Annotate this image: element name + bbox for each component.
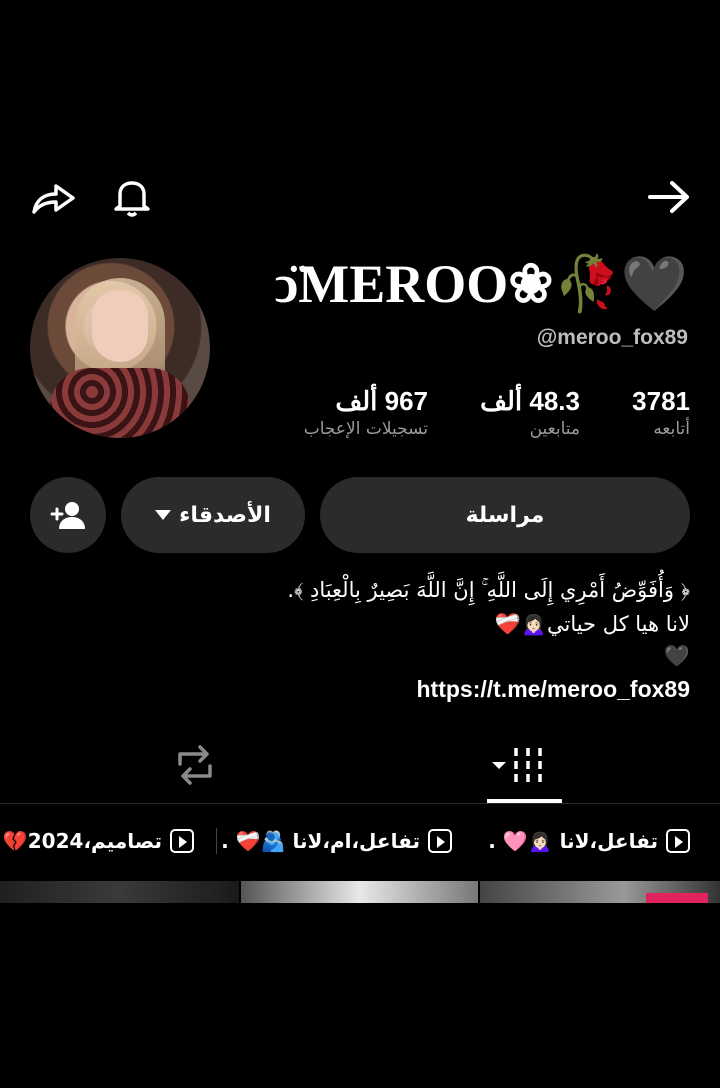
add-friend-icon <box>50 500 86 530</box>
avatar[interactable] <box>30 258 210 438</box>
play-icon <box>428 829 452 853</box>
play-icon <box>170 829 194 853</box>
share-icon[interactable] <box>30 178 78 218</box>
bio-line: لانا هيا كل حياتي🙍🏻‍♀️❤️‍🩹 <box>494 612 690 636</box>
stat-following[interactable]: 3781 أتابعه <box>632 386 690 439</box>
avatar-shirt <box>50 368 190 438</box>
message-button-label: مراسلة <box>465 502 545 528</box>
playlist-item[interactable]: تفاعل،لانا 🙍🏻‍♀️🩷 . <box>488 822 690 860</box>
add-friend-button[interactable] <box>30 477 106 553</box>
following-label: أتابعه <box>653 419 690 439</box>
likes-count: 967 ألف <box>335 386 428 416</box>
video-thumbnail[interactable] <box>241 881 478 903</box>
followers-count: 48.3 ألف <box>480 386 580 416</box>
playlist-label: تفاعل،ام،لانا 🫂❤️‍🩹 . <box>221 829 420 853</box>
playlist-label: تصاميم،2024💔 <box>2 829 162 853</box>
following-count: 3781 <box>632 386 690 416</box>
likes-label: تسجيلات الإعجاب <box>303 419 428 439</box>
playlist-label: تفاعل،لانا 🙍🏻‍♀️🩷 . <box>488 829 658 853</box>
chevron-down-icon <box>155 510 172 520</box>
playlist-item[interactable]: تصاميم،2024💔 <box>3 822 194 860</box>
play-icon <box>666 829 690 853</box>
message-button[interactable]: مراسلة <box>320 477 690 553</box>
friends-button[interactable]: الأصدقاء <box>121 477 305 553</box>
bio-line: 🖤 <box>663 644 690 668</box>
display-name: ↄ̈MEROO❀🥀🖤 <box>274 254 688 314</box>
username: @meroo_fox89 <box>536 326 688 349</box>
back-arrow-icon[interactable] <box>646 178 692 216</box>
bell-icon[interactable] <box>110 176 154 220</box>
bio-link[interactable]: https://t.me/meroo_fox89 <box>417 676 691 703</box>
stat-likes[interactable]: 967 ألف تسجيلات الإعجاب <box>304 386 428 439</box>
video-thumbnail[interactable] <box>0 881 239 903</box>
repost-icon[interactable] <box>172 742 218 788</box>
friends-button-label: الأصدقاء <box>179 502 271 528</box>
bio-line: ﴿ وَأُفَوِّضُ أَمْرِي إِلَى اللَّهِ ۚ إِ… <box>287 578 690 602</box>
followers-label: متابعين <box>529 419 580 439</box>
divider <box>0 803 720 804</box>
divider <box>216 828 217 854</box>
playlist-item[interactable]: تفاعل،ام،لانا 🫂❤️‍🩹 . <box>221 822 452 860</box>
pinned-badge <box>646 893 708 903</box>
grid-icon[interactable] <box>486 740 562 792</box>
stat-followers[interactable]: 48.3 ألف متابعين <box>480 386 580 439</box>
avatar-face <box>92 290 148 362</box>
